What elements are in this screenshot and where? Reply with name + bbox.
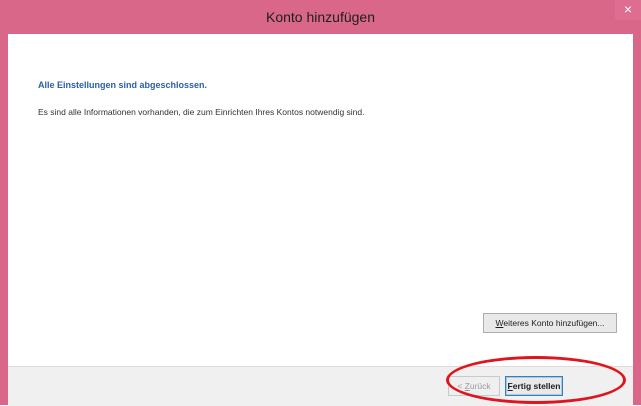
finish-label: ertig stellen xyxy=(512,381,561,391)
dialog-content: Alle Einstellungen sind abgeschlossen. E… xyxy=(8,34,633,371)
back-button[interactable]: < Zurück xyxy=(448,376,500,396)
close-icon: × xyxy=(623,1,633,17)
back-prefix: < xyxy=(457,381,465,391)
dialog-window: Konto hinzufügen × Alle Einstellungen si… xyxy=(0,0,641,406)
completion-heading: Alle Einstellungen sind abgeschlossen. xyxy=(38,80,208,90)
completion-description: Es sind alle Informationen vorhanden, di… xyxy=(38,107,365,117)
add-account-label: eiteres Konto hinzufügen... xyxy=(503,318,605,328)
window-title: Konto hinzufügen xyxy=(266,9,375,25)
back-label: urück xyxy=(469,381,491,391)
finish-button[interactable]: Fertig stellen xyxy=(505,376,563,396)
title-bar[interactable]: Konto hinzufügen × xyxy=(0,0,641,34)
add-another-account-button[interactable]: Weiteres Konto hinzufügen... xyxy=(483,313,617,333)
close-button[interactable]: × xyxy=(615,0,641,20)
